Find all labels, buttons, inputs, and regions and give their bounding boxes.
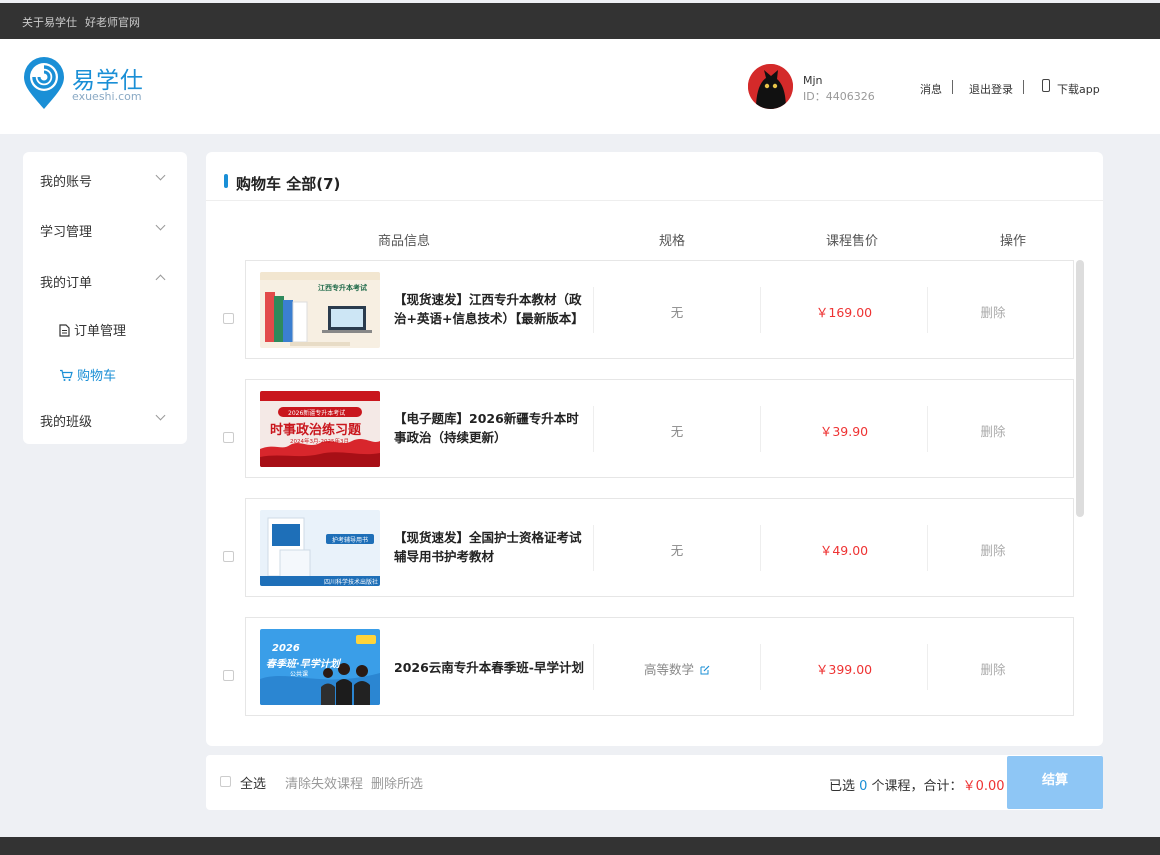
document-icon (59, 324, 70, 337)
cart-footer: 全选 清除失效课程 删除所选 已选 0 个课程，合计：￥0.00 结算 (206, 755, 1103, 810)
product-name[interactable]: 2026云南专升本春季班-早学计划 (394, 658, 590, 677)
about-link[interactable]: 关于易学仕 (22, 14, 77, 30)
chevron-down-icon[interactable] (155, 170, 166, 181)
thumbnail-caption: 公共课 (290, 671, 309, 678)
product-spec[interactable]: 高等数学 (594, 659, 760, 678)
product-thumbnail[interactable]: 江西专升本考试 (260, 272, 380, 348)
thumbnail-caption: 春季班·早学计划 (266, 659, 340, 670)
product-spec: 无 (670, 424, 684, 439)
sidebar-item-label: 订单管理 (74, 324, 127, 339)
item-checkbox[interactable] (223, 670, 234, 681)
teachers-link[interactable]: 好老师官网 (85, 14, 140, 30)
header: 易学仕 exueshi.com Mjn ID：4406326 消息 退出登录 下… (0, 39, 1160, 134)
divider (206, 200, 1103, 201)
product-name[interactable]: 【现货速发】全国护士资格证考试辅导用书护考教材 (394, 528, 590, 566)
bottom-bar (0, 837, 1160, 855)
page-title: 购物车 全部(7) (236, 175, 341, 193)
table-row: 江西专升本考试 【现货速发】江西专升本教材（政治+英语+信息技术）【最新版本】 … (245, 260, 1074, 359)
summary-suffix: 个课程，合计： (867, 779, 963, 794)
selection-summary: 已选 0 个课程，合计：￥0.00 (829, 775, 1005, 794)
table-row: 2026 春季班·早学计划 公共课 2026云南专升本春季班-早学计划 高等数学… (245, 617, 1074, 716)
table-row: 护考辅导用书 四川科学技术出版社 【现货速发】全国护士资格证考试辅导用书护考教材… (245, 498, 1074, 597)
sidebar-item-label: 购物车 (77, 369, 117, 384)
delete-button[interactable]: 删除 (928, 302, 1058, 321)
select-all-label[interactable]: 全选 (240, 773, 266, 792)
sidebar: 我的账号 学习管理 我的订单 订单管理 购物车 我的班级 (23, 152, 187, 444)
sidebar-item-orders[interactable]: 我的订单 (40, 272, 92, 291)
logo-icon[interactable] (22, 55, 67, 111)
sidebar-item-study[interactable]: 学习管理 (40, 221, 92, 240)
checkout-button[interactable]: 结算 (1007, 756, 1103, 809)
select-all-checkbox[interactable] (220, 776, 231, 787)
product-spec-label: 高等数学 (643, 662, 694, 677)
chevron-up-icon[interactable] (155, 274, 166, 285)
logout-link[interactable]: 退出登录 (969, 81, 1013, 97)
table-row: 2026新疆专升本考试 时事政治练习题 2024年3月-2025年3月 【电子题… (245, 379, 1074, 478)
user-id: ID：4406326 (803, 90, 875, 103)
thumbnail-caption: 时事政治练习题 (270, 423, 362, 438)
column-header-info: 商品信息 (378, 234, 431, 249)
column-header-action: 操作 (1000, 234, 1027, 249)
product-thumbnail[interactable]: 护考辅导用书 四川科学技术出版社 (260, 510, 380, 586)
total-amount: ￥0.00 (962, 779, 1005, 794)
thumbnail-caption: 2026 (272, 643, 300, 654)
clear-invalid-button[interactable]: 清除失效课程 (285, 773, 363, 792)
product-price: ￥49.00 (819, 543, 869, 558)
avatar[interactable] (748, 64, 793, 109)
summary-prefix: 已选 (829, 779, 860, 794)
delete-button[interactable]: 删除 (928, 421, 1058, 440)
sidebar-item-order-manage[interactable]: 订单管理 (59, 320, 126, 339)
delete-button[interactable]: 删除 (928, 540, 1058, 559)
product-price: ￥39.90 (819, 424, 869, 439)
product-thumbnail[interactable]: 2026 春季班·早学计划 公共课 (260, 629, 380, 705)
cat-icon (748, 64, 793, 109)
thumbnail-caption: 2024年3月-2025年3月 (290, 439, 349, 445)
product-thumbnail[interactable]: 2026新疆专升本考试 时事政治练习题 2024年3月-2025年3月 (260, 391, 380, 467)
column-header-spec: 规格 (659, 234, 686, 249)
item-checkbox[interactable] (223, 551, 234, 562)
divider (1023, 80, 1024, 94)
product-price: ￥169.00 (815, 305, 873, 320)
brand-domain: exueshi.com (72, 90, 142, 103)
product-name[interactable]: 【电子题库】2026新疆专升本时事政治（持续更新） (394, 409, 590, 447)
product-name[interactable]: 【现货速发】江西专升本教材（政治+英语+信息技术）【最新版本】 (394, 290, 590, 328)
delete-button[interactable]: 删除 (928, 659, 1058, 678)
item-checkbox[interactable] (223, 432, 234, 443)
cart-panel: 购物车 全部(7) 商品信息 规格 课程售价 操作 江西专升本考试 【现货速发】… (206, 152, 1103, 746)
sidebar-item-classes[interactable]: 我的班级 (40, 411, 92, 430)
messages-link[interactable]: 消息 (920, 81, 942, 97)
cart-icon (60, 369, 73, 381)
product-spec: 无 (670, 305, 684, 320)
delete-selected-button[interactable]: 删除所选 (371, 773, 423, 792)
thumbnail-caption: 江西专升本考试 (318, 284, 367, 292)
column-header-price: 课程售价 (826, 234, 879, 249)
thumbnail-caption: 2026新疆专升本考试 (288, 410, 346, 417)
item-checkbox[interactable] (223, 313, 234, 324)
top-bar: 关于易学仕 好老师官网 (0, 3, 1160, 39)
thumbnail-caption: 四川科学技术出版社 (324, 579, 379, 586)
user-name: Mjn (803, 74, 823, 87)
sidebar-item-cart[interactable]: 购物车 (59, 365, 116, 384)
product-price: ￥399.00 (815, 662, 873, 677)
chevron-down-icon[interactable] (155, 220, 166, 231)
title-accent-bar (224, 174, 228, 188)
divider (952, 80, 953, 94)
scrollbar[interactable] (1076, 260, 1084, 517)
thumbnail-caption: 护考辅导用书 (332, 537, 369, 544)
sidebar-item-account[interactable]: 我的账号 (40, 171, 92, 190)
download-app-link[interactable]: 下载app (1057, 81, 1100, 97)
edit-icon[interactable] (700, 665, 710, 675)
phone-icon (1042, 79, 1050, 92)
product-spec: 无 (670, 543, 684, 558)
chevron-down-icon[interactable] (155, 410, 166, 421)
